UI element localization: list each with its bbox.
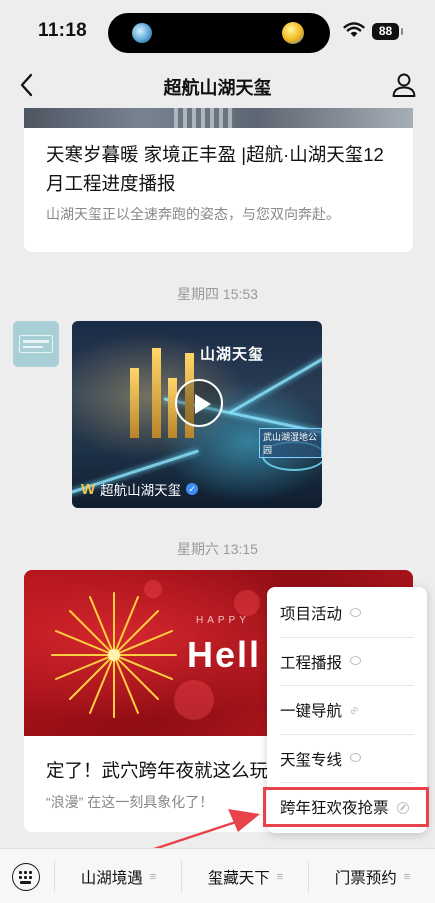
island-right-icon: [282, 22, 304, 44]
avatar-logo-icon: [19, 335, 53, 353]
menu-item-hotline[interactable]: 天玺专线: [267, 735, 427, 783]
article-description: 山湖天玺正以全速奔跑的姿态，与您双向奔赴。: [46, 206, 340, 222]
map-building: [130, 368, 139, 438]
menu-item-project-activity[interactable]: 项目活动: [267, 589, 427, 638]
video-message[interactable]: 山湖天玺 武山湖湿地公园 W 超航山湖天玺 ✓: [72, 321, 322, 508]
article-card[interactable]: 天寒岁暮暖 家境正丰盈 |超航·山湖天玺12月工程进度播报 山湖天玺正以全速奔跑…: [24, 108, 413, 252]
message-timestamp: 星期四 15:53: [177, 286, 258, 302]
message-icon: [350, 753, 362, 764]
article-cover-image: [24, 108, 413, 128]
highlight-box: [263, 787, 429, 827]
island-left-icon: [132, 23, 152, 43]
battery-indicator: 88: [372, 23, 403, 40]
profile-icon[interactable]: [390, 71, 418, 99]
message-icon: [350, 607, 362, 619]
dynamic-island: [108, 13, 330, 53]
menu-lines-icon: ≡: [276, 870, 284, 883]
menu-lines-icon: ≡: [149, 870, 157, 883]
tab-label: 山湖境遇: [80, 869, 143, 887]
menu-item-label: 项目活动: [280, 606, 343, 624]
video-sign-text: 山湖天玺: [200, 346, 265, 363]
link-icon: ∞: [345, 701, 362, 718]
message-icon: [350, 656, 362, 667]
status-bar: 11:18 88: [0, 0, 435, 62]
channels-logo-icon: W: [81, 480, 96, 498]
account-avatar[interactable]: [13, 321, 59, 367]
menu-item-label: 天玺专线: [280, 751, 343, 769]
banner-large-text: Hell: [187, 634, 262, 675]
menu-item-construction-report[interactable]: 工程播报: [267, 638, 427, 686]
tab-xizang-tianxia[interactable]: 玺藏天下 ≡: [182, 849, 308, 903]
firework-graphic: [51, 592, 177, 718]
status-time: 11:18: [38, 20, 88, 41]
banner-small-text: HAPPY: [196, 615, 250, 626]
video-account-name: 超航山湖天玺: [100, 483, 182, 498]
menu-lines-icon: ≡: [403, 870, 411, 883]
bottom-menu-bar: 山湖境遇 ≡ 玺藏天下 ≡ 门票预约 ≡: [0, 848, 435, 903]
tab-ticket-booking[interactable]: 门票预约 ≡: [309, 849, 435, 903]
menu-item-navigation[interactable]: 一键导航 ∞: [267, 686, 427, 735]
tab-label: 门票预约: [334, 869, 397, 887]
article-title: 天寒岁暮暖 家境正丰盈 |超航·山湖天玺12月工程进度播报: [46, 144, 384, 194]
video-account-footer: W 超航山湖天玺 ✓: [81, 479, 199, 499]
map-label: 武山湖湿地公园: [259, 428, 322, 458]
wifi-icon: [343, 22, 365, 37]
nav-bar: 超航山湖天玺: [0, 62, 435, 108]
article-title: 定了！武穴跨年夜就这么玩: [46, 760, 269, 781]
message-timestamp: 星期六 13:15: [177, 541, 258, 557]
menu-item-label: 工程播报: [280, 654, 343, 672]
page-title: 超航山湖天玺: [163, 78, 272, 98]
tab-shanhu-jingyu[interactable]: 山湖境遇 ≡: [55, 849, 181, 903]
tab-label: 玺藏天下: [207, 869, 270, 887]
keyboard-icon[interactable]: [12, 863, 40, 891]
verified-icon: ✓: [186, 483, 199, 495]
bokeh-light: [234, 590, 260, 616]
play-icon[interactable]: [175, 379, 223, 427]
menu-item-label: 一键导航: [280, 703, 343, 721]
map-building: [152, 348, 161, 438]
